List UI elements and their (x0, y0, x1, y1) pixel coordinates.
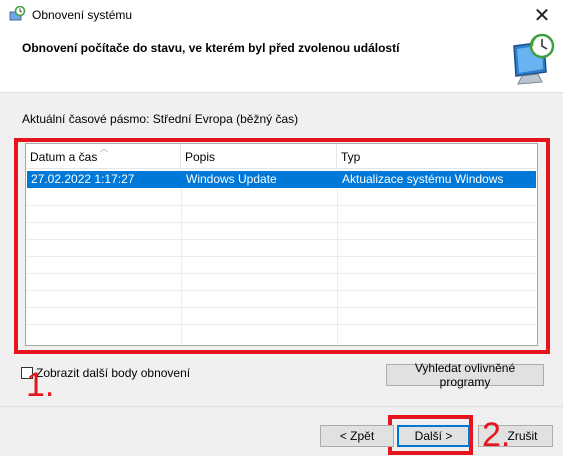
step-1-annotation: 1. (26, 366, 55, 404)
title-bar: Obnovení systému ✕ (0, 0, 563, 30)
list-highlight-box (14, 138, 550, 354)
timezone-label: Aktuální časové pásmo: Střední Evropa (b… (22, 112, 299, 126)
window-title: Obnovení systému (32, 8, 133, 22)
close-button[interactable]: ✕ (521, 0, 563, 30)
close-icon: ✕ (533, 4, 551, 27)
page-heading: Obnovení počítače do stavu, ve kterém by… (22, 41, 400, 55)
back-button[interactable]: < Zpět (320, 425, 394, 447)
system-restore-monitor-icon (513, 33, 555, 85)
show-more-label[interactable]: Zobrazit další body obnovení (36, 366, 190, 380)
footer-separator (0, 406, 563, 407)
next-button[interactable]: Další > (397, 425, 470, 447)
wizard-header: Obnovení počítače do stavu, ve kterém by… (0, 30, 563, 93)
system-restore-icon (9, 6, 26, 21)
scan-affected-programs-button[interactable]: Vyhledat ovlivněné programy (386, 361, 544, 389)
step-2-annotation: 2. (482, 416, 511, 454)
